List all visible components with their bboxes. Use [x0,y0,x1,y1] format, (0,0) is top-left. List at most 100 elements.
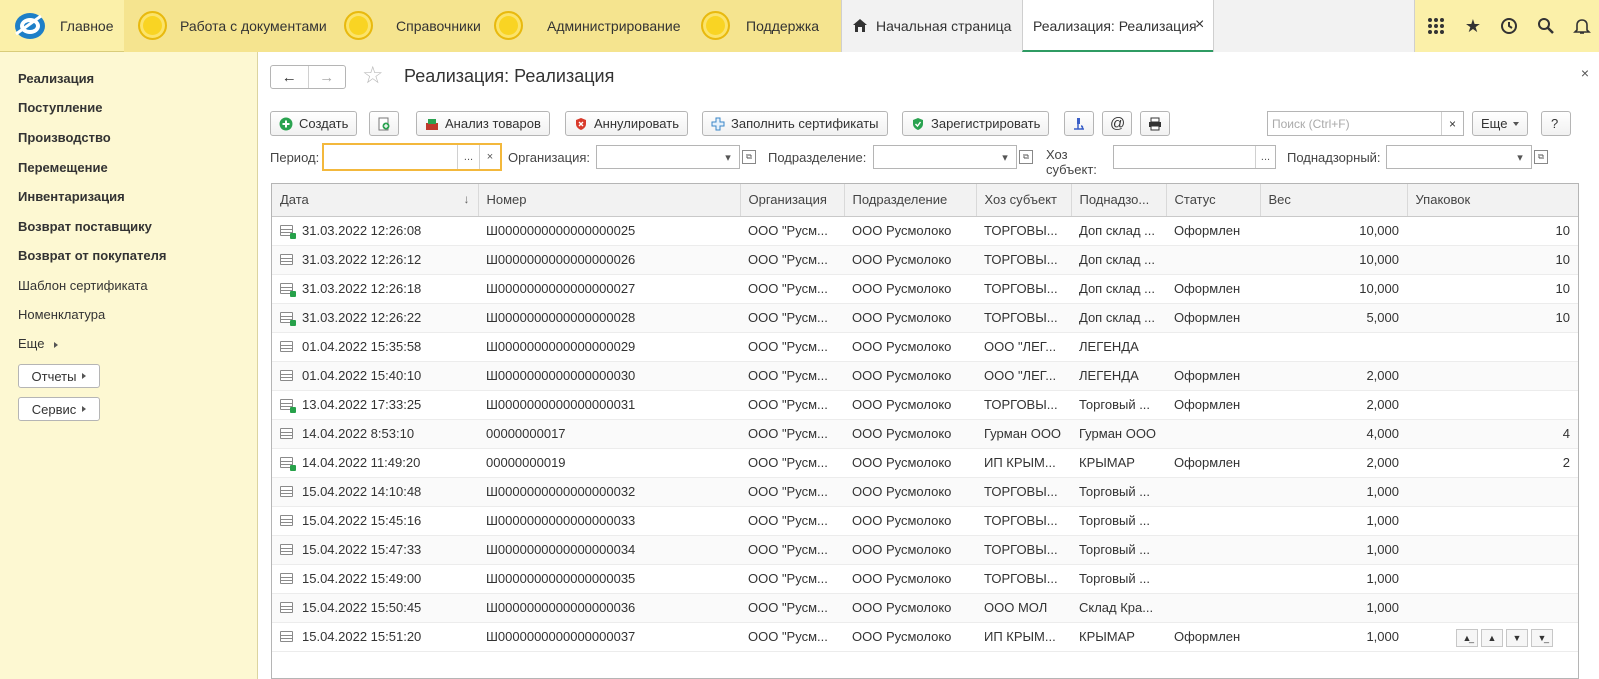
subject-field[interactable]: ... [1113,145,1276,169]
column-header-supervised[interactable]: Поднадзо... [1071,184,1167,217]
cell-status [1166,477,1260,507]
sidebar-item-inventory[interactable]: Инвентаризация [18,189,125,204]
email-button[interactable]: @ [1102,111,1132,136]
copy-button[interactable] [369,111,399,136]
form-close-icon[interactable]: × [1581,65,1589,81]
annul-button[interactable]: Аннулировать [565,111,688,136]
table-row[interactable]: 31.03.2022 12:26:22 Ш0000000000000000028 О… [272,303,1578,333]
period-field[interactable]: ... × [322,143,502,171]
fill-certificates-button[interactable]: Заполнить сертификаты [702,111,888,136]
column-header-weight[interactable]: Вес [1260,184,1408,217]
table-row[interactable]: 15.04.2022 15:50:45 Ш0000000000000000036 О… [272,593,1578,623]
column-header-number[interactable]: Номер [478,184,741,217]
open-form-icon[interactable]: ⧉ [1534,150,1548,164]
sidebar-item-transfer[interactable]: Перемещение [18,160,108,175]
department-field[interactable]: ▾ [873,145,1017,169]
supervised-field[interactable]: ▾ [1386,145,1532,169]
section-documents[interactable]: Работа с документами [124,0,340,52]
table-row[interactable]: 15.04.2022 15:51:20 Ш0000000000000000037 О… [272,622,1578,652]
lab-button[interactable] [1064,111,1094,136]
create-button[interactable]: Создать [270,111,358,136]
document-icon [280,573,293,584]
table-row[interactable]: 15.04.2022 14:10:48 Ш0000000000000000032 О… [272,477,1578,507]
scroll-up-icon[interactable]: ▲ [1481,629,1503,647]
period-select-button[interactable]: ... [457,145,479,169]
column-header-packs[interactable]: Упаковок [1407,184,1578,217]
cell-organization: ООО "Русм... [740,245,844,275]
register-button[interactable]: Зарегистрировать [902,111,1050,136]
tab-close-icon[interactable]: × [1195,16,1204,34]
cell-packs [1407,477,1578,507]
service-button[interactable]: Сервис [18,397,100,421]
star-icon[interactable]: ★ [1461,14,1485,38]
scroll-down-icon[interactable]: ▼ [1506,629,1528,647]
column-header-organization[interactable]: Организация [740,184,845,217]
history-icon[interactable] [1497,14,1521,38]
favorite-star-icon[interactable]: ☆ [362,64,384,88]
scroll-top-icon[interactable]: ▲̲ [1456,629,1478,647]
table-row[interactable]: 01.04.2022 15:40:10 Ш0000000000000000030 О… [272,361,1578,391]
cell-status: Оформлен [1166,216,1260,246]
service-label: Сервис [31,401,77,417]
open-form-icon[interactable]: ⧉ [1019,150,1033,164]
help-button[interactable]: ? [1541,111,1571,136]
sidebar-item-return-to-supplier[interactable]: Возврат поставщику [18,219,152,234]
sidebar-item-nomenclature[interactable]: Номенклатура [18,307,105,322]
top-bar: Главное Работа с документами Справочники… [0,0,1599,52]
cell-organization: ООО "Русм... [740,593,844,623]
sidebar-item-production[interactable]: Производство [18,130,111,145]
table-row[interactable]: 01.04.2022 15:35:58 Ш0000000000000000029 О… [272,332,1578,362]
organization-field[interactable]: ▾ [596,145,740,169]
table-row[interactable]: 31.03.2022 12:26:08 Ш0000000000000000025 О… [272,216,1578,246]
subject-select-button[interactable]: ... [1255,146,1275,168]
sidebar-item-receipt[interactable]: Поступление [18,100,103,115]
column-header-date[interactable]: Дата ↓ [272,184,479,217]
back-arrow-icon[interactable]: ← [271,66,308,88]
forward-arrow-icon[interactable]: → [307,66,346,88]
open-form-icon[interactable]: ⧉ [742,150,756,164]
cell-packs: 10 [1407,216,1578,246]
cell-number: Ш0000000000000000037 [478,622,740,652]
bell-icon[interactable] [1570,14,1594,38]
sidebar-item-return-from-customer[interactable]: Возврат от покупателя [18,248,166,263]
sidebar-item-more[interactable]: Еще [18,336,59,351]
table-row[interactable]: 14.04.2022 8:53:10 00000000017 ООО "Русм..… [272,419,1578,449]
date-value: 15.04.2022 15:47:33 [302,542,422,557]
section-support[interactable]: Поддержка [700,0,841,52]
subject-label-line2: субъект: [1046,162,1097,177]
reports-button[interactable]: Отчеты [18,364,100,388]
table-row[interactable]: 15.04.2022 15:45:16 Ш0000000000000000033 О… [272,506,1578,536]
section-administration[interactable]: Администрирование [490,0,681,52]
sidebar-more-label: Еще [18,336,45,351]
cell-weight: 4,000 [1260,419,1407,449]
search-field[interactable]: × [1267,111,1464,136]
column-header-status[interactable]: Статус [1166,184,1261,217]
more-button[interactable]: Еще [1472,111,1529,136]
tab-start-page[interactable]: Начальная страница [841,0,1022,52]
column-header-subject[interactable]: Хоз субъект [976,184,1072,217]
section-directories[interactable]: Справочники [340,0,490,52]
table-row[interactable]: 14.04.2022 11:49:20 00000000019 ООО "Русм.… [272,448,1578,478]
column-header-department[interactable]: Подразделение [844,184,977,217]
table-row[interactable]: 31.03.2022 12:26:12 Ш0000000000000000026 О… [272,245,1578,275]
annul-label: Аннулировать [594,116,679,131]
scroll-bottom-icon[interactable]: ▼̲ [1531,629,1553,647]
table-row[interactable]: 13.04.2022 17:33:25 Ш0000000000000000031 О… [272,390,1578,420]
period-clear-icon[interactable]: × [479,145,500,169]
print-button[interactable] [1140,111,1170,136]
table-row[interactable]: 15.04.2022 15:47:33 Ш0000000000000000034 О… [272,535,1578,565]
chevron-down-icon[interactable]: ▾ [1509,146,1531,168]
search-clear-icon[interactable]: × [1441,112,1463,135]
goods-analysis-button[interactable]: Анализ товаров [416,111,550,136]
home-section[interactable]: Главное [0,0,124,52]
search-icon[interactable] [1534,14,1558,38]
search-input[interactable] [1268,112,1438,135]
chevron-down-icon[interactable]: ▾ [717,146,739,168]
table-row[interactable]: 15.04.2022 15:49:00 Ш0000000000000000035 О… [272,564,1578,594]
sidebar-item-realization[interactable]: Реализация [18,71,94,86]
tab-realization[interactable]: Реализация: Реализация × [1022,0,1213,52]
sidebar-item-certificate-template[interactable]: Шаблон сертификата [18,278,148,293]
apps-grid-icon[interactable] [1424,14,1448,38]
table-row[interactable]: 31.03.2022 12:26:18 Ш0000000000000000027 О… [272,274,1578,304]
chevron-down-icon[interactable]: ▾ [994,146,1016,168]
